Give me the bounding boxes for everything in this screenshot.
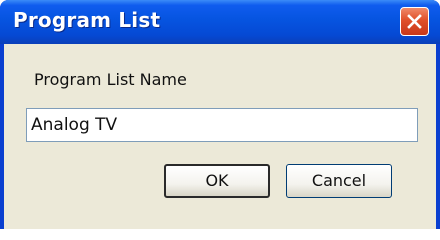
close-button[interactable]: [400, 7, 429, 36]
dialog-body: Program List Name OK Cancel: [4, 44, 436, 229]
ok-button[interactable]: OK: [164, 164, 270, 198]
program-list-name-input[interactable]: [26, 108, 418, 142]
dialog-titlebar[interactable]: Program List: [0, 0, 440, 44]
dialog-title: Program List: [13, 8, 161, 32]
program-list-dialog: Program List Program List Name OK Cancel: [0, 0, 440, 229]
program-list-name-label: Program List Name: [34, 70, 187, 89]
cancel-button[interactable]: Cancel: [286, 164, 392, 198]
close-icon: [407, 14, 422, 29]
